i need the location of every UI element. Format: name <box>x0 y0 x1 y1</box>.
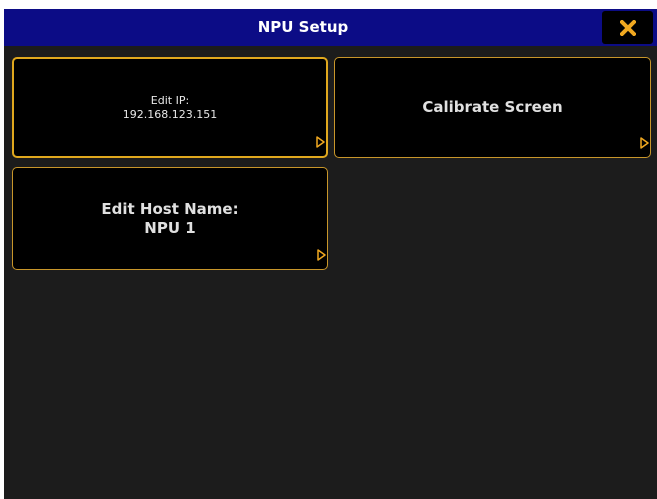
npu-setup-dialog: NPU Setup Edit IP: 192.168.123.151 Calib… <box>4 9 657 499</box>
edit-host-name-button[interactable]: Edit Host Name: NPU 1 <box>12 167 328 270</box>
ip-address-value: 192.168.123.151 <box>122 107 218 121</box>
window-frame: NPU Setup Edit IP: 192.168.123.151 Calib… <box>0 0 657 499</box>
dialog-title: NPU Setup <box>257 18 349 36</box>
edit-ip-button[interactable]: Edit IP: 192.168.123.151 <box>12 57 328 158</box>
host-name-value: NPU 1 <box>144 218 196 237</box>
submenu-arrow-icon <box>640 137 649 149</box>
submenu-arrow-icon <box>317 249 326 261</box>
submenu-arrow-icon <box>316 136 325 148</box>
close-x-icon <box>619 19 636 36</box>
edit-host-name-label: Edit Host Name: <box>101 199 239 218</box>
edit-ip-label: Edit IP: <box>150 93 190 107</box>
calibrate-screen-button[interactable]: Calibrate Screen <box>334 57 651 158</box>
calibrate-screen-label: Calibrate Screen <box>422 98 563 116</box>
title-bar: NPU Setup <box>4 9 657 46</box>
close-button[interactable] <box>602 11 653 44</box>
